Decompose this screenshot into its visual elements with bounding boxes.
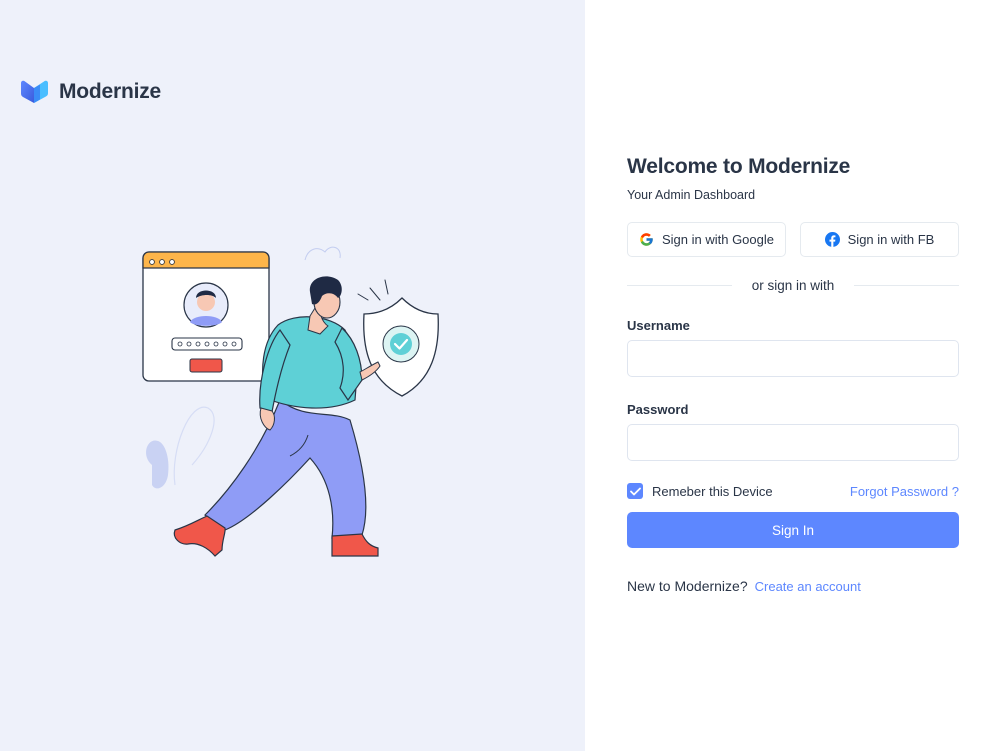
divider-line	[854, 284, 960, 286]
sign-in-button[interactable]: Sign In	[627, 512, 959, 548]
divider-line	[627, 284, 732, 286]
google-icon	[640, 233, 653, 246]
username-input[interactable]	[627, 340, 959, 377]
google-signin-label: Sign in with Google	[661, 232, 774, 247]
password-input[interactable]	[627, 424, 959, 461]
social-login-row: Sign in with Google Sign in with FB	[627, 222, 959, 257]
register-row: New to Modernize? Create an account	[627, 578, 959, 594]
remember-device-label: Remeber this Device	[652, 483, 773, 499]
page-subtitle: Your Admin Dashboard	[627, 188, 756, 202]
facebook-icon	[824, 232, 840, 247]
checkbox-checked-icon[interactable]	[627, 483, 643, 499]
password-label: Password	[627, 402, 689, 417]
brand-name: Modernize	[59, 80, 162, 103]
new-user-text: New to Modernize?	[627, 578, 748, 594]
illustration-panel: Modernize	[0, 0, 585, 751]
divider-text: or sign in with	[751, 277, 835, 293]
google-signin-button[interactable]: Sign in with Google	[627, 222, 786, 257]
forgot-password-link[interactable]: Forgot Password ?	[850, 484, 959, 499]
options-row: Remeber this Device Forgot Password ?	[627, 482, 959, 500]
modernize-logo-icon	[21, 80, 48, 103]
facebook-signin-label: Sign in with FB	[847, 232, 935, 247]
brand[interactable]: Modernize	[20, 80, 161, 104]
divider: or sign in with	[627, 277, 960, 293]
security-illustration	[142, 246, 439, 557]
login-panel: Welcome to Modernize Your Admin Dashboar…	[585, 0, 1001, 751]
create-account-link[interactable]: Create an account	[755, 579, 861, 594]
login-form: Welcome to Modernize Your Admin Dashboar…	[627, 155, 960, 594]
remember-device-checkbox[interactable]: Remeber this Device	[627, 483, 773, 499]
username-label: Username	[627, 318, 690, 333]
page-title: Welcome to Modernize	[627, 155, 851, 178]
facebook-signin-button[interactable]: Sign in with FB	[800, 222, 959, 257]
